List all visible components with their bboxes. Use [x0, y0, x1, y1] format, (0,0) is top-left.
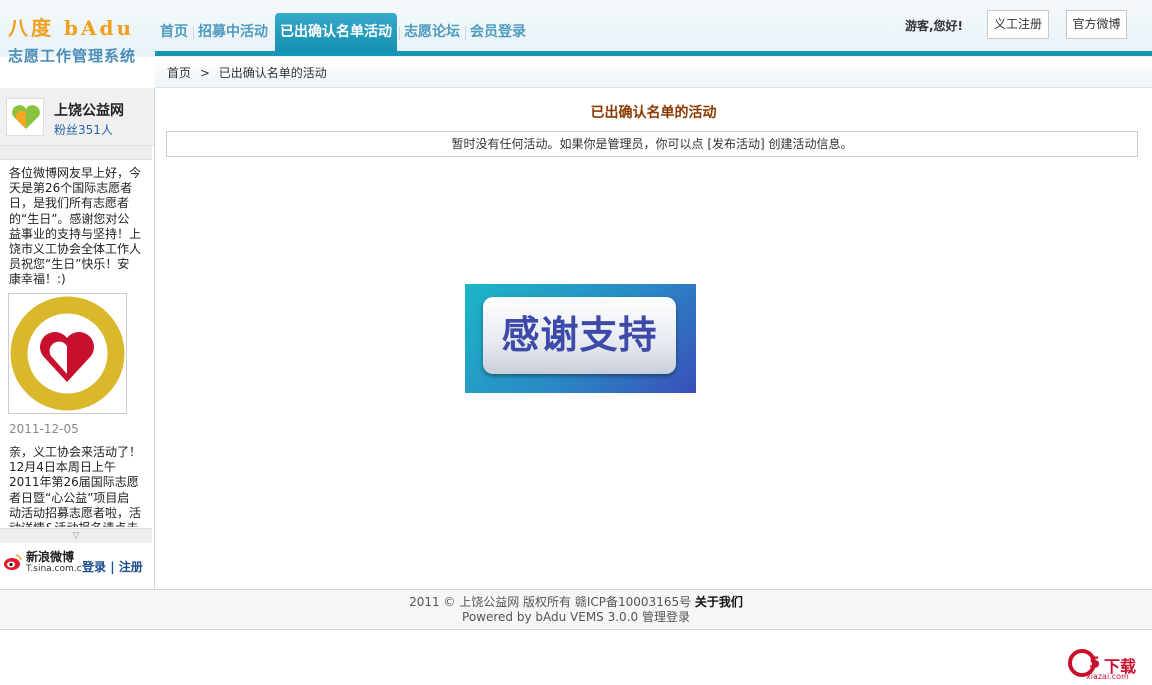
young-volunteers-logo-icon — [10, 296, 125, 411]
nav-confirmed-activities[interactable]: 已出确认名单活动 — [275, 13, 397, 51]
thanks-banner-text: 感谢支持 — [483, 297, 676, 374]
breadcrumb-separator: > — [199, 66, 210, 80]
weibo-post-text: 各位微博网友早上好，今天是第26个国际志愿者日，是我们所有志愿者的“生日”。感谢… — [9, 166, 142, 287]
footer-powered-line: Powered by bAdu VEMS 3.0.0 管理登录 — [0, 610, 1152, 625]
thanks-banner: 感谢支持 — [465, 284, 696, 393]
page-title: 已出确认名单的活动 — [590, 105, 717, 121]
nav-forum[interactable]: 志愿论坛 — [399, 13, 465, 51]
header: 八度 bAdu 志愿工作管理系统 首页 招募中活动 已出确认名单活动 志愿论坛 … — [0, 0, 1152, 65]
sina-weibo-url: T.sina.com.cn — [26, 564, 81, 574]
breadcrumb: 首页 > 已出确认名单的活动 — [155, 58, 1152, 88]
nav-member-login[interactable]: 会员登录 — [465, 13, 531, 51]
logo-subtitle: 志愿工作管理系统 — [8, 47, 137, 65]
weibo-post-image[interactable] — [8, 293, 127, 414]
site-logo[interactable]: 八度 bAdu 志愿工作管理系统 — [8, 16, 136, 66]
weibo-widget-header: 上饶公益网 粉丝351人 — [0, 88, 154, 146]
weibo-register-link[interactable]: 注册 — [119, 560, 143, 574]
footer-copyright-line: 2011 © 上饶公益网 版权所有 赣ICP备10003165号 关于我们 — [0, 595, 1152, 610]
header-accent-bar — [155, 51, 1152, 56]
weibo-auth-links: 登录 | 注册 — [82, 558, 143, 575]
weibo-login-link[interactable]: 登录 — [82, 560, 106, 574]
weibo-widget: 上饶公益网 粉丝351人 各位微博网友早上好，今天是第26个国际志愿者日，是我们… — [0, 88, 155, 589]
footer-powered-by: Powered by bAdu VEMS 3.0.0 — [462, 610, 642, 624]
link-divider: | — [110, 560, 115, 574]
avatar[interactable] — [6, 98, 44, 136]
official-weibo-button[interactable]: 官方微博 — [1066, 10, 1127, 39]
about-us-link[interactable]: 关于我们 — [695, 595, 743, 609]
svg-text:5: 5 — [1089, 653, 1100, 672]
admin-login-link[interactable]: 管理登录 — [642, 610, 690, 624]
watermark-url: xiazai.com — [1086, 672, 1129, 681]
footer: 2011 © 上饶公益网 版权所有 赣ICP备10003165号 关于我们 Po… — [0, 589, 1152, 630]
welcome-text: 游客,您好! — [905, 19, 964, 33]
main-nav: 首页 招募中活动 已出确认名单活动 志愿论坛 会员登录 — [155, 13, 531, 51]
scroll-up-bar[interactable] — [0, 146, 152, 160]
watermark: 5 下载 xiazai.com — [1066, 648, 1146, 681]
register-button[interactable]: 义工注册 — [987, 10, 1049, 39]
nav-recruiting[interactable]: 招募中活动 — [193, 13, 273, 51]
main-content: 已出确认名单的活动 暂时没有任何活动。如果你是管理员，你可以点 [发布活动] 创… — [155, 89, 1152, 589]
post-date: 2011-12-05 — [9, 422, 79, 436]
footer-copyright: 2011 © 上饶公益网 版权所有 赣ICP备10003165号 — [409, 595, 695, 609]
weibo-fans-count[interactable]: 粉丝351人 — [54, 121, 113, 138]
breadcrumb-home[interactable]: 首页 — [167, 66, 191, 80]
breadcrumb-current: 已出确认名单的活动 — [218, 66, 327, 80]
empty-notice: 暂时没有任何活动。如果你是管理员，你可以点 [发布活动] 创建活动信息。 — [166, 131, 1138, 157]
weibo-account-name[interactable]: 上饶公益网 — [54, 100, 124, 120]
sina-weibo-icon — [4, 554, 22, 570]
weibo-widget-footer: 新浪微博 T.sina.com.cn 登录 | 注册 — [0, 543, 154, 589]
weibo-post-text: 亲，义工协会来活动了！12月4日本周日上午2011年第26届国际志愿者日暨“心公… — [9, 445, 141, 527]
nav-home[interactable]: 首页 — [155, 13, 193, 51]
chevron-down-icon: ▽ — [72, 531, 80, 541]
scroll-down-bar[interactable]: ▽ — [0, 528, 152, 543]
logo-title: 八度 bAdu — [8, 16, 134, 40]
sina-weibo-label: 新浪微博 — [26, 550, 75, 564]
heart-hands-icon — [12, 105, 40, 129]
